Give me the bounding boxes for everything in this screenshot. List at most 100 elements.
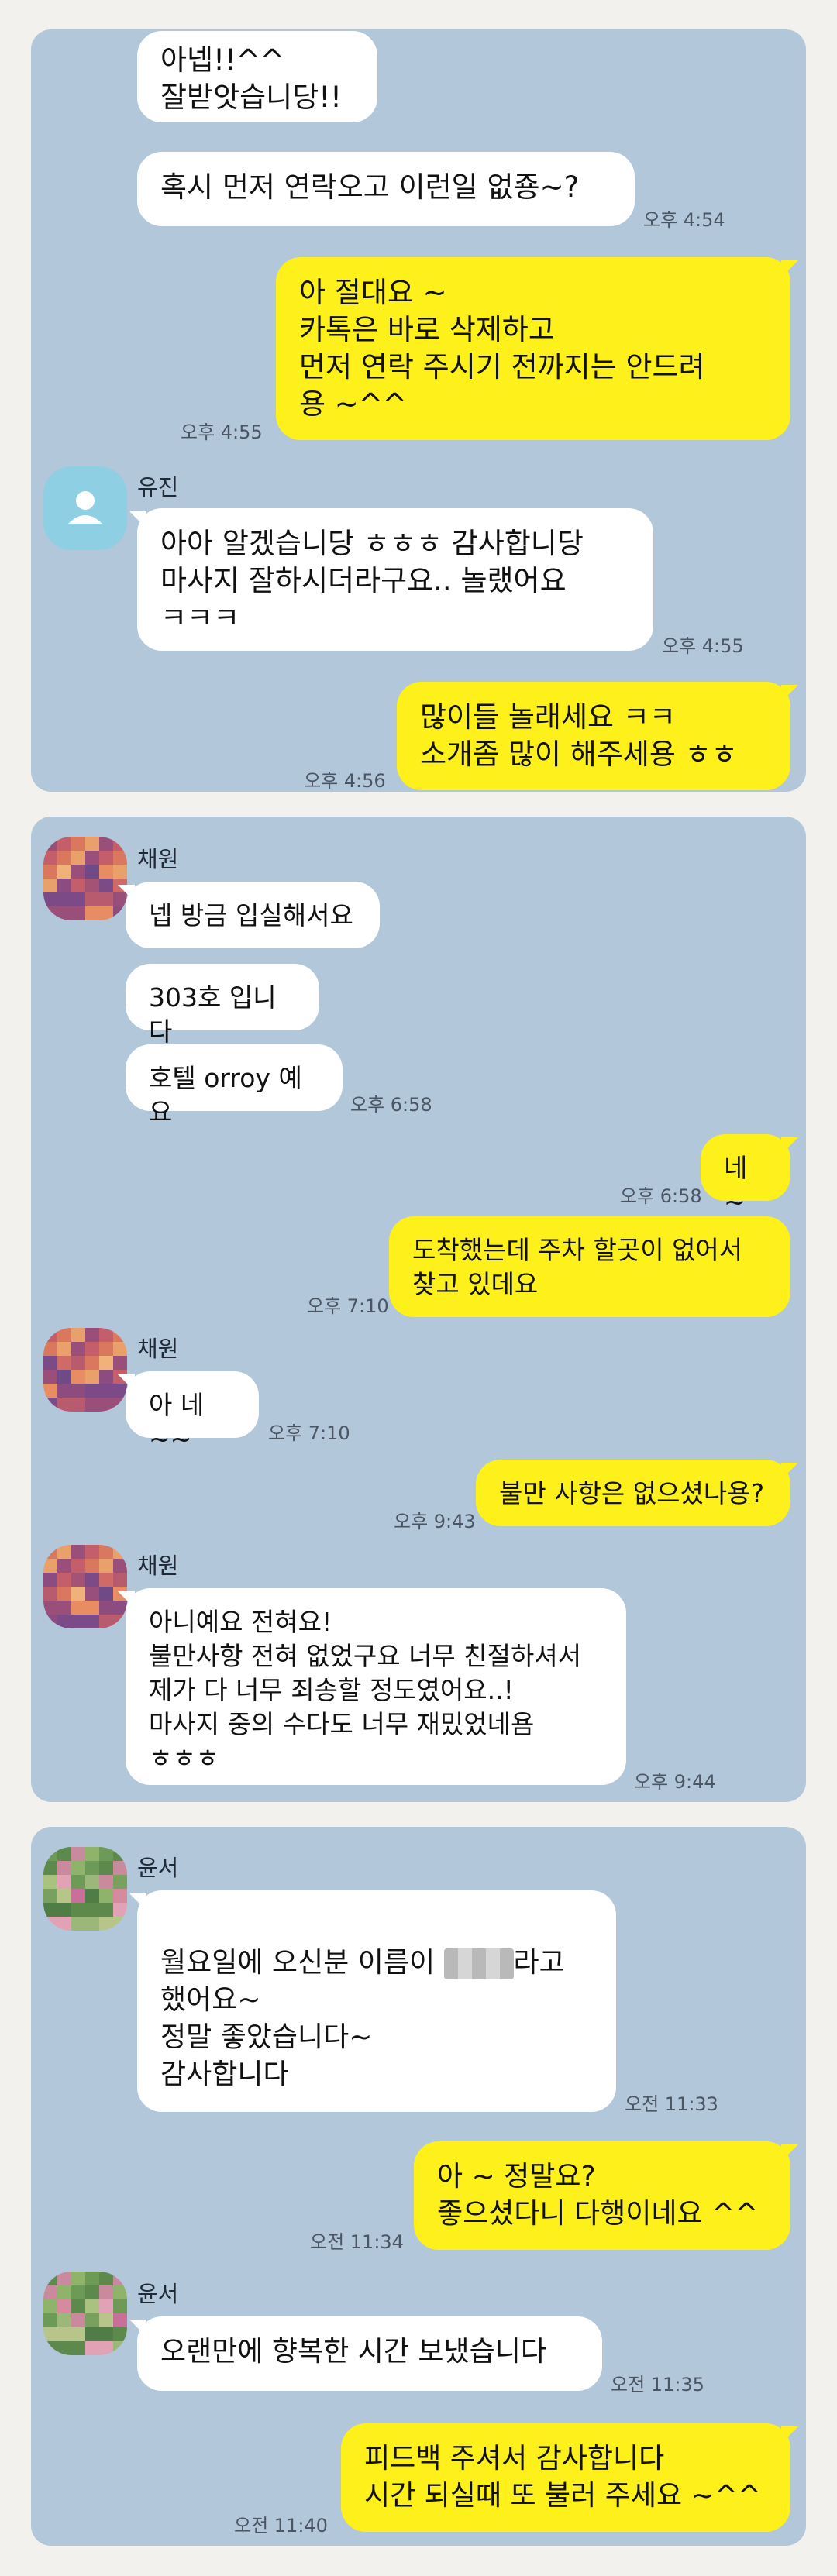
avatar-pixel <box>85 2341 99 2355</box>
chat-panel-1: 아넵!!^^ 잘받앗습니당!! 혹시 먼저 연락오고 이런일 없죵~? 오후 4… <box>31 29 806 792</box>
avatar-pixel <box>85 1545 99 1559</box>
avatar-pixel <box>71 1398 85 1412</box>
message-bubble-incoming[interactable]: 303호 입니다 <box>126 964 319 1047</box>
avatar-pixel <box>57 2299 71 2313</box>
avatar-pixel <box>113 2313 127 2327</box>
avatar-pixel <box>57 1917 71 1931</box>
avatar-pixel <box>85 892 99 906</box>
avatar-pixel <box>71 1559 85 1573</box>
message-bubble-outgoing[interactable]: 피드백 주셔서 감사합니다 시간 되실때 또 불러 주세요 ~^^ <box>341 2423 798 2532</box>
avatar-pixel <box>113 1545 127 1559</box>
avatar-pixel <box>71 851 85 865</box>
avatar-pixel <box>71 1847 85 1861</box>
message-bubble-outgoing[interactable]: 불만 사항은 없으셨나용? <box>476 1460 798 1526</box>
avatar-pixel <box>57 1903 71 1917</box>
message-bubble-incoming[interactable]: 혹시 먼저 연락오고 이런일 없죵~? <box>137 152 635 226</box>
avatar-pixel <box>85 1328 99 1342</box>
avatar-pixel <box>113 2285 127 2299</box>
message-bubble-outgoing[interactable]: 아 ~ 정말요? 좋으셨다니 다행이네요 ^^ <box>414 2141 798 2250</box>
avatar-pixel <box>43 1328 57 1342</box>
avatar-pixel <box>57 1398 71 1412</box>
avatar-pixel <box>85 1601 99 1615</box>
blurred-profile-image <box>43 1847 127 1931</box>
message-bubble-incoming[interactable]: 아넵!!^^ 잘받앗습니당!! <box>137 31 377 122</box>
avatar-pixel <box>43 1875 57 1889</box>
redacted-name <box>443 1948 514 1979</box>
avatar-pixel <box>71 2341 85 2355</box>
avatar-pixel <box>99 2327 113 2341</box>
message-bubble-incoming[interactable]: 아 네~~ <box>118 1371 259 1454</box>
message-bubble-incoming[interactable]: 넵 방금 입실해서요 <box>118 882 380 948</box>
avatar-pixel <box>113 1847 127 1861</box>
avatar-pixel <box>71 892 85 906</box>
avatar-pixel <box>57 906 71 920</box>
avatar-pixel <box>113 2299 127 2313</box>
avatar-pixel <box>43 1398 57 1412</box>
avatar-pixel <box>57 1328 71 1342</box>
avatar-pixel <box>99 1615 113 1628</box>
avatar[interactable] <box>43 1328 127 1412</box>
avatar-pixel <box>57 1847 71 1861</box>
avatar-pixel <box>43 2327 57 2341</box>
avatar[interactable] <box>43 1847 127 1931</box>
avatar-pixel <box>57 1861 71 1875</box>
sender-name: 윤서 <box>137 2281 179 2307</box>
avatar-pixel <box>99 1328 113 1342</box>
avatar[interactable] <box>43 466 127 550</box>
avatar-pixel <box>99 1601 113 1615</box>
message-bubble-outgoing[interactable]: 도착했는데 주차 할곳이 없어서 찾고 있데요 <box>389 1216 790 1317</box>
avatar-pixel <box>57 1889 71 1903</box>
avatar-pixel <box>43 879 57 892</box>
avatar-pixel <box>85 1384 99 1398</box>
avatar-pixel <box>71 2327 85 2341</box>
message-bubble-outgoing[interactable]: 아 절대요 ~ 카톡은 바로 삭제하고 먼저 연락 주시기 전까지는 안드려 용… <box>276 257 798 440</box>
avatar-pixel <box>85 1398 99 1412</box>
sender-name: 유진 <box>137 474 179 500</box>
message-bubble-incoming[interactable]: 호텔 orroy 예요 <box>126 1044 343 1127</box>
avatar-pixel <box>99 879 113 892</box>
avatar-pixel <box>85 1356 99 1370</box>
avatar-pixel <box>43 1559 57 1573</box>
message-timestamp: 오후 9:43 <box>394 1511 476 1532</box>
avatar-pixel <box>71 1601 85 1615</box>
avatar-pixel <box>57 1559 71 1573</box>
message-bubble-incoming[interactable]: 아니예요 전혀요! 불만사항 전혀 없었구요 너무 친절하셔서 제가 다 너무 … <box>118 1588 626 1785</box>
message-timestamp: 오후 7:10 <box>307 1295 389 1317</box>
message-bubble-incoming[interactable]: 아아 알겠습니당 ㅎㅎㅎ 감사합니당 마사지 잘하시더라구요.. 놀랬어요 ㅋㅋ… <box>129 508 653 651</box>
avatar-pixel <box>113 1328 127 1342</box>
avatar-pixel <box>57 2313 71 2327</box>
avatar-pixel <box>85 2285 99 2299</box>
avatar-pixel <box>113 851 127 865</box>
avatar-pixel <box>113 1903 127 1917</box>
avatar-pixel <box>99 1545 113 1559</box>
avatar[interactable] <box>43 1545 127 1628</box>
avatar-pixel <box>85 2327 99 2341</box>
avatar-pixel <box>113 837 127 851</box>
avatar-pixel <box>99 2341 113 2355</box>
avatar-pixel <box>71 2285 85 2299</box>
avatar-pixel <box>85 1917 99 1931</box>
avatar[interactable] <box>43 2272 127 2355</box>
avatar-pixel <box>57 892 71 906</box>
avatar-pixel <box>113 865 127 879</box>
avatar[interactable] <box>43 837 127 920</box>
message-bubble-outgoing[interactable]: 많이들 놀래세요 ㅋㅋ 소개좀 많이 해주세용 ㅎㅎ <box>397 682 798 790</box>
avatar-pixel <box>57 1875 71 1889</box>
sender-name: 채원 <box>137 1553 179 1579</box>
avatar-pixel <box>99 1398 113 1412</box>
blurred-profile-image <box>43 2272 127 2355</box>
avatar-pixel <box>43 1889 57 1903</box>
avatar-pixel <box>71 1861 85 1875</box>
avatar-pixel <box>99 906 113 920</box>
avatar-pixel <box>71 2313 85 2327</box>
message-bubble-outgoing[interactable]: 네 ~ <box>701 1134 798 1217</box>
avatar-pixel <box>57 851 71 865</box>
avatar-pixel <box>71 1370 85 1384</box>
avatar-pixel <box>85 851 99 865</box>
avatar-pixel <box>43 2299 57 2313</box>
avatar-pixel <box>113 1559 127 1573</box>
avatar-pixel <box>57 2285 71 2299</box>
message-bubble-incoming[interactable]: 오랜만에 향복한 시간 보냈습니다 <box>129 2316 602 2391</box>
avatar-pixel <box>99 2299 113 2313</box>
message-bubble-incoming[interactable]: 월요일에 오신분 이름이 라고 했어요~ 정말 좋았습니다~ 감사합니다 <box>129 1890 616 2112</box>
